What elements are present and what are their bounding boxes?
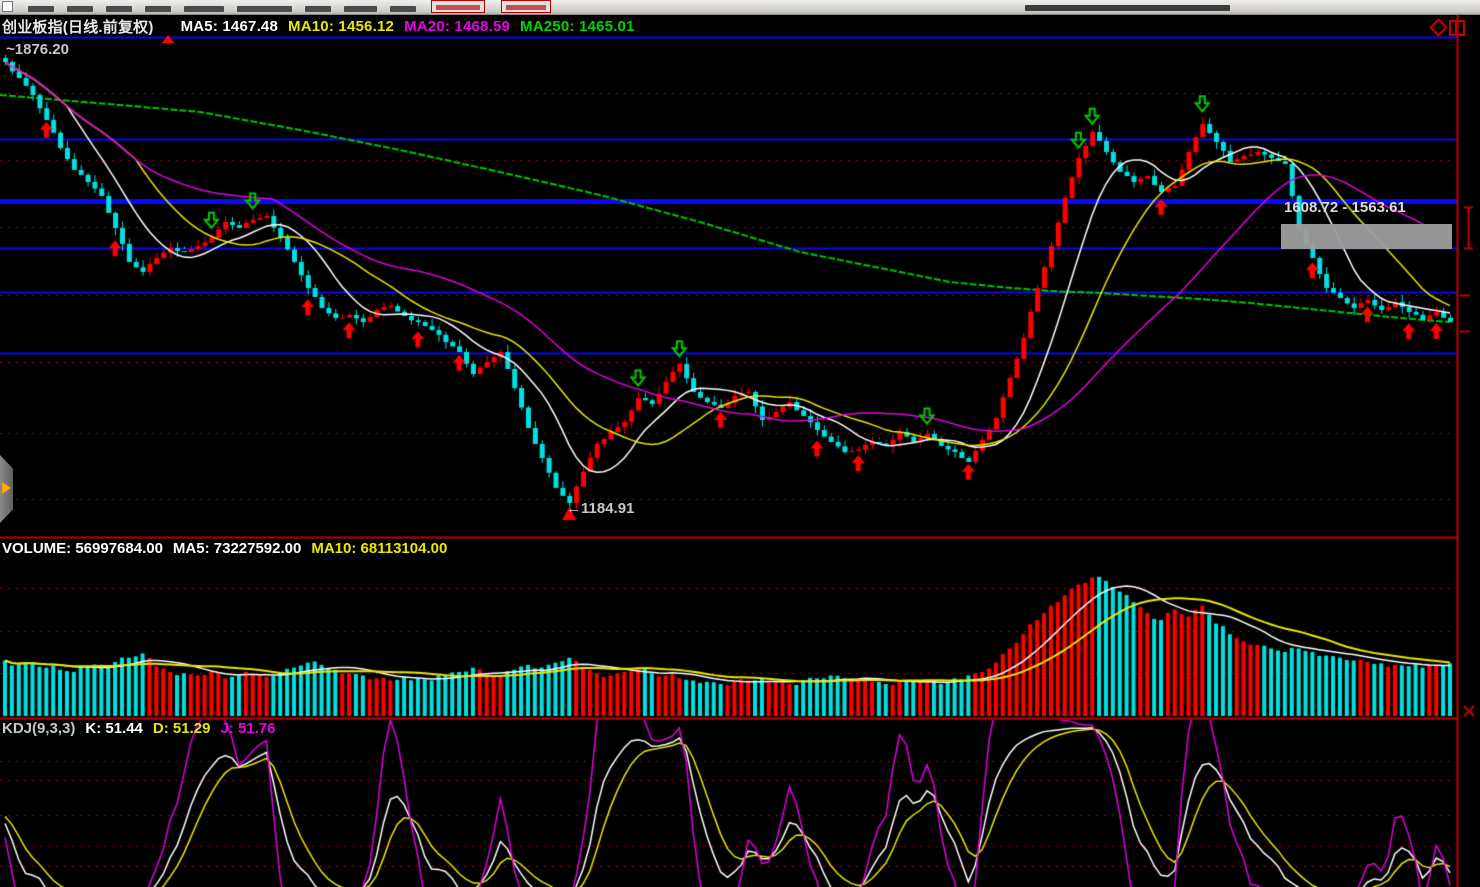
- volume-header: VOLUME: 56997684.00 MA5: 73227592.00 MA1…: [2, 540, 447, 557]
- ma20-value: MA20: 1468.59: [404, 18, 510, 35]
- high-price-label: ~1876.20: [6, 41, 69, 58]
- menu-item-clipped[interactable]: [390, 6, 416, 12]
- menu-item-clipped[interactable]: [344, 6, 377, 12]
- menu-item-clipped[interactable]: [67, 6, 93, 12]
- ma5-value: MA5: 1467.48: [181, 18, 278, 35]
- price-range-highlight: [1281, 224, 1452, 249]
- instrument-title: 创业板指(日线.前复权): [2, 16, 154, 37]
- app-window: 创业板指(日线.前复权) MA5: 1467.48 MA10: 1456.12 …: [0, 0, 1480, 887]
- ma10-value: MA10: 1456.12: [288, 18, 394, 35]
- app-icon: [2, 1, 13, 12]
- kdj-name: KDJ(9,3,3): [2, 720, 75, 737]
- kdj-j-value: J: 51.76: [220, 720, 275, 737]
- kdj-d-value: D: 51.29: [153, 720, 211, 737]
- menu-bar[interactable]: [0, 0, 1480, 15]
- menu-button-red-2[interactable]: [501, 0, 551, 13]
- menu-item-clipped[interactable]: [237, 6, 292, 12]
- menu-item-clipped[interactable]: [145, 6, 171, 12]
- menu-button-red-1[interactable]: [431, 0, 485, 13]
- low-price-label: ←1184.91: [566, 500, 634, 517]
- ma250-value: MA250: 1465.01: [520, 18, 635, 35]
- trend-up-arrow-icon: [162, 18, 175, 34]
- chart-canvas[interactable]: [0, 0, 1480, 887]
- kdj-header: KDJ(9,3,3) K: 51.44 D: 51.29 J: 51.76: [2, 720, 276, 737]
- close-panel-button[interactable]: [1459, 701, 1479, 721]
- split-window-icon[interactable]: [1449, 20, 1465, 36]
- menu-item-clipped[interactable]: [305, 6, 331, 12]
- kdj-k-value: K: 51.44: [85, 720, 143, 737]
- volume-ma5-value: MA5: 73227592.00: [173, 540, 301, 557]
- volume-value: VOLUME: 56997684.00: [2, 540, 163, 557]
- menu-item-clipped[interactable]: [184, 6, 224, 12]
- price-range-label: 1608.72 - 1563.61: [1284, 199, 1406, 216]
- volume-ma10-value: MA10: 68113104.00: [311, 540, 447, 557]
- menu-item-clipped[interactable]: [28, 6, 54, 12]
- chart-header: 创业板指(日线.前复权) MA5: 1467.48 MA10: 1456.12 …: [2, 17, 635, 35]
- menu-item-clipped[interactable]: [106, 6, 132, 12]
- expand-arrow-icon: [2, 482, 11, 494]
- menu-status-clipped: [1025, 5, 1230, 11]
